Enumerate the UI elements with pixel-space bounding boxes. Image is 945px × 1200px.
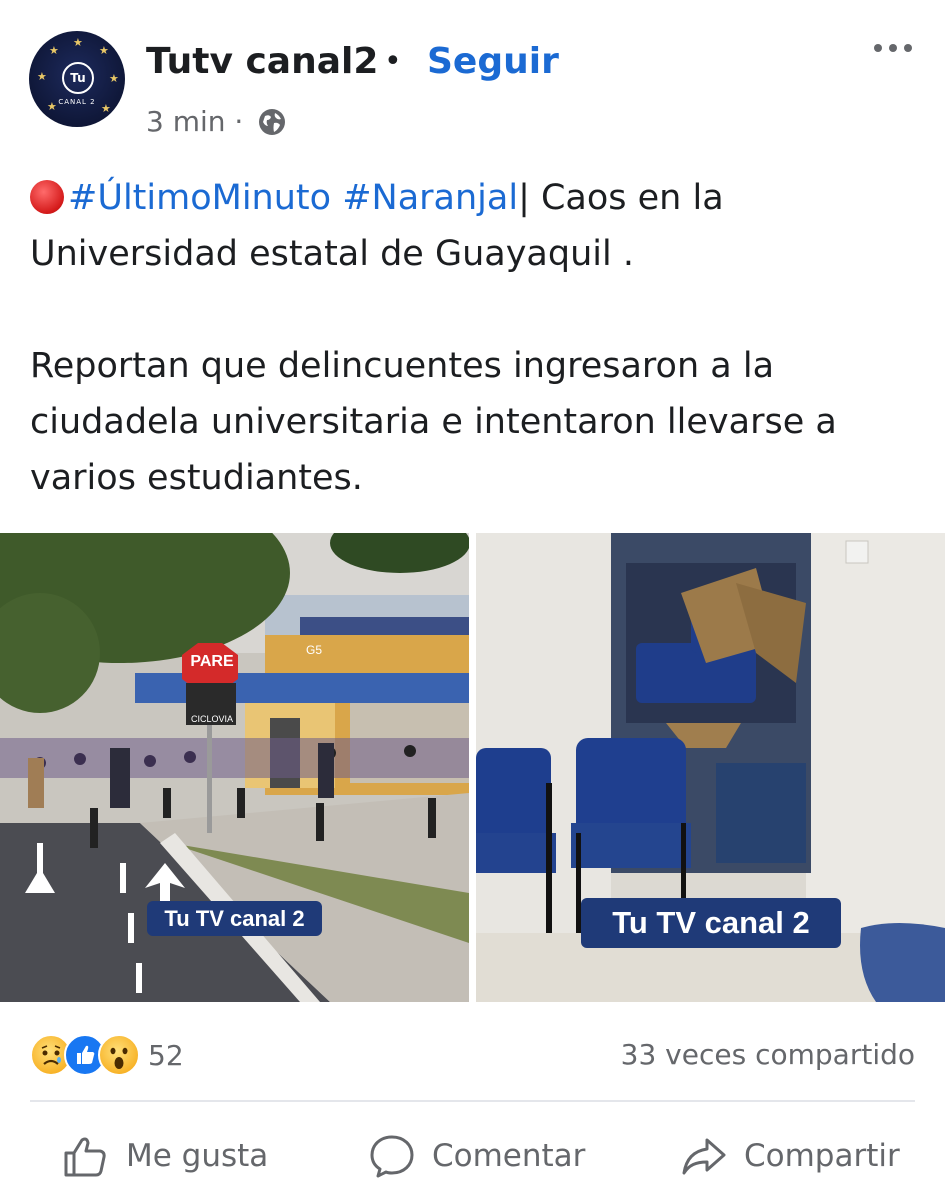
channel-logo: Tu	[62, 62, 94, 94]
watermark-right: Tu TV canal 2	[581, 898, 841, 948]
hashtag-naranjal[interactable]: #Naranjal	[342, 178, 518, 218]
star-icon: ★	[99, 44, 109, 57]
post-photo-left[interactable]: PARE CICLOVIA G5 Tu TV canal 2	[0, 533, 469, 1002]
comment-label: Comentar	[432, 1138, 586, 1174]
post-time[interactable]: 3 min ·	[146, 104, 243, 140]
watermark-left: Tu TV canal 2	[147, 901, 322, 936]
time-separator: ·	[234, 105, 244, 138]
stop-sign-text: PARE	[190, 653, 234, 670]
comment-icon	[370, 1135, 414, 1178]
page-name-link[interactable]: Tutv canal2	[146, 40, 378, 84]
actions-divider	[30, 1100, 915, 1102]
share-count[interactable]: 33 veces compartido	[621, 1035, 915, 1075]
post-headline: #ÚltimoMinuto #Naranjal| Caos en la Univ…	[30, 170, 920, 282]
like-button[interactable]: Me gusta	[62, 1128, 268, 1184]
reactions-summary[interactable]: 52	[30, 1034, 184, 1076]
star-icon: ★	[109, 72, 119, 85]
comment-button[interactable]: Comentar	[368, 1128, 585, 1184]
red-circle-icon	[30, 180, 64, 214]
star-icon: ★	[73, 36, 83, 49]
hashtag-ultimominuto[interactable]: #ÚltimoMinuto	[68, 178, 331, 218]
thumbs-up-icon	[64, 1137, 106, 1177]
globe-icon	[259, 109, 285, 135]
bike-lane-sign-text: CICLOVIA	[190, 714, 233, 724]
header-separator: •	[384, 44, 402, 79]
star-icon: ★	[49, 44, 59, 57]
post-text: #ÚltimoMinuto #Naranjal| Caos en la Univ…	[30, 170, 920, 506]
like-label: Me gusta	[126, 1138, 269, 1174]
building-sign-text: G5	[306, 643, 323, 657]
share-label: Compartir	[744, 1138, 900, 1174]
page-avatar[interactable]: ★ ★ ★ ★ ★ ★ ★ Tu CANAL 2	[29, 31, 125, 127]
wow-icon	[98, 1034, 140, 1076]
reaction-count[interactable]: 52	[148, 1039, 184, 1072]
star-icon: ★	[37, 70, 47, 83]
channel-logo-subtext: CANAL 2	[58, 98, 96, 106]
post-photo-right[interactable]: Tu TV canal 2	[476, 533, 945, 1002]
more-options-icon[interactable]	[874, 37, 918, 59]
follow-button[interactable]: Seguir	[427, 40, 559, 84]
share-button[interactable]: Compartir	[680, 1128, 900, 1184]
post-body: Reportan que delincuentes ingresaron a l…	[30, 346, 837, 498]
post-timestamp[interactable]: 3 min	[146, 105, 226, 138]
share-arrow-icon	[682, 1138, 726, 1175]
